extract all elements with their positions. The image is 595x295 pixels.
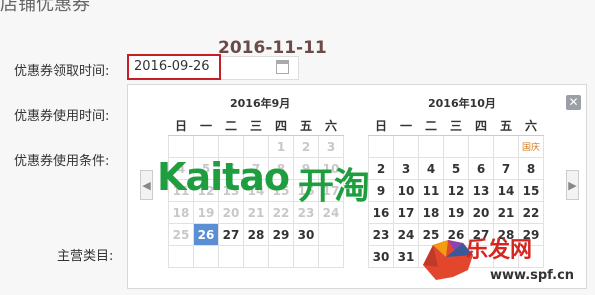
weekday-header: 六	[518, 115, 544, 136]
calendar-week-row: 9 10 11 12 13 14 15	[368, 179, 544, 202]
day-cell[interactable]: 23	[368, 223, 394, 246]
watermark-url: www.spf.cn	[490, 268, 575, 283]
day-cell[interactable]: 国庆	[518, 135, 544, 158]
day-cell	[368, 135, 394, 158]
day-cell	[318, 223, 344, 246]
prev-month-button[interactable]: ◀	[140, 170, 153, 200]
day-cell[interactable]: 27	[218, 223, 244, 246]
day-cell	[268, 245, 294, 268]
day-cell[interactable]: 28	[243, 223, 269, 246]
watermark-site-name: 乐发网	[466, 238, 533, 263]
day-cell	[218, 245, 244, 268]
day-cell[interactable]: 6	[468, 157, 494, 180]
weekday-header: 四	[468, 115, 494, 136]
kaitao-logo-cn: 开淘	[298, 166, 371, 207]
day-cell[interactable]: 22	[518, 201, 544, 224]
day-cell[interactable]: 3	[393, 157, 419, 180]
day-cell[interactable]: 5	[443, 157, 469, 180]
day-cell	[293, 245, 319, 268]
weekday-header: 四	[268, 115, 294, 136]
page-title: 店铺优惠券	[0, 0, 90, 15]
day-cell[interactable]: 21	[243, 201, 269, 224]
day-cell	[418, 135, 444, 158]
weekday-header: 五	[293, 115, 319, 136]
weekday-header: 二	[418, 115, 444, 136]
weekday-header: 一	[393, 115, 419, 136]
day-cell[interactable]: 20	[468, 201, 494, 224]
day-cell	[393, 135, 419, 158]
day-cell[interactable]: 10	[393, 179, 419, 202]
calendar-week-row: 国庆	[368, 135, 544, 158]
calendar-week-row: 2345678	[368, 157, 544, 180]
day-cell[interactable]: 17	[393, 201, 419, 224]
day-cell[interactable]: 9	[368, 179, 394, 202]
day-cell[interactable]: 2	[368, 157, 394, 180]
weekday-header: 三	[243, 115, 269, 136]
weekday-header: 日	[168, 115, 194, 136]
day-cell	[243, 245, 269, 268]
use-time-label: 优惠券使用时间:	[14, 109, 110, 124]
weekday-header: 五	[493, 115, 519, 136]
receive-time-label: 优惠券领取时间:	[14, 64, 110, 79]
day-cell[interactable]: 8	[518, 157, 544, 180]
calendar-week-row	[168, 245, 344, 268]
day-cell[interactable]: 13	[468, 179, 494, 202]
day-cell[interactable]: 30	[368, 245, 394, 268]
day-cell[interactable]: 25	[168, 223, 194, 246]
calendar-icon[interactable]	[276, 60, 289, 74]
day-cell[interactable]: 16	[368, 201, 394, 224]
day-cell[interactable]: 12	[443, 179, 469, 202]
month-title-sept: 2016年9月	[230, 97, 291, 110]
day-cell[interactable]: 24	[393, 223, 419, 246]
day-cell[interactable]: 15	[518, 179, 544, 202]
kaitao-logo: Kaitao	[157, 155, 290, 199]
day-cell[interactable]: 2	[293, 135, 319, 158]
day-cell[interactable]: 11	[418, 179, 444, 202]
category-label: 主营类目:	[57, 249, 114, 264]
day-cell[interactable]: 31	[393, 245, 419, 268]
day-cell[interactable]: 7	[493, 157, 519, 180]
month-title-oct: 2016年10月	[428, 97, 496, 110]
day-cell[interactable]: 22	[268, 201, 294, 224]
day-cell[interactable]: 21	[493, 201, 519, 224]
day-cell	[193, 245, 219, 268]
day-cell[interactable]: 18	[168, 201, 194, 224]
day-cell[interactable]: 30	[293, 223, 319, 246]
day-cell	[443, 135, 469, 158]
weekday-header: 三	[443, 115, 469, 136]
day-cell[interactable]: 20	[218, 201, 244, 224]
date-annotation: 2016-11-11	[218, 38, 327, 58]
day-cell[interactable]: 19	[443, 201, 469, 224]
day-cell[interactable]: 14	[493, 179, 519, 202]
weekday-header: 日	[368, 115, 394, 136]
use-condition-label: 优惠券使用条件:	[14, 154, 110, 169]
calendar-week-row: 25 26 27 28 29 30	[168, 223, 344, 246]
day-cell[interactable]: 19	[193, 201, 219, 224]
calendar-week-row: 16 17 18 19 20 21 22	[368, 201, 544, 224]
receive-time-input[interactable]: 2016-09-26	[127, 54, 221, 80]
weekday-header: 一	[193, 115, 219, 136]
weekday-header: 六	[318, 115, 344, 136]
day-cell[interactable]: 29	[268, 223, 294, 246]
next-month-button[interactable]: ▶	[566, 170, 579, 200]
day-cell[interactable]: 26	[193, 223, 219, 246]
day-cell	[168, 245, 194, 268]
day-cell[interactable]: 3	[318, 135, 344, 158]
day-cell	[318, 245, 344, 268]
day-cell[interactable]: 18	[418, 201, 444, 224]
weekday-header: 二	[218, 115, 244, 136]
close-icon[interactable]: ✕	[566, 95, 581, 110]
day-cell[interactable]: 4	[418, 157, 444, 180]
day-cell	[493, 135, 519, 158]
day-cell	[468, 135, 494, 158]
